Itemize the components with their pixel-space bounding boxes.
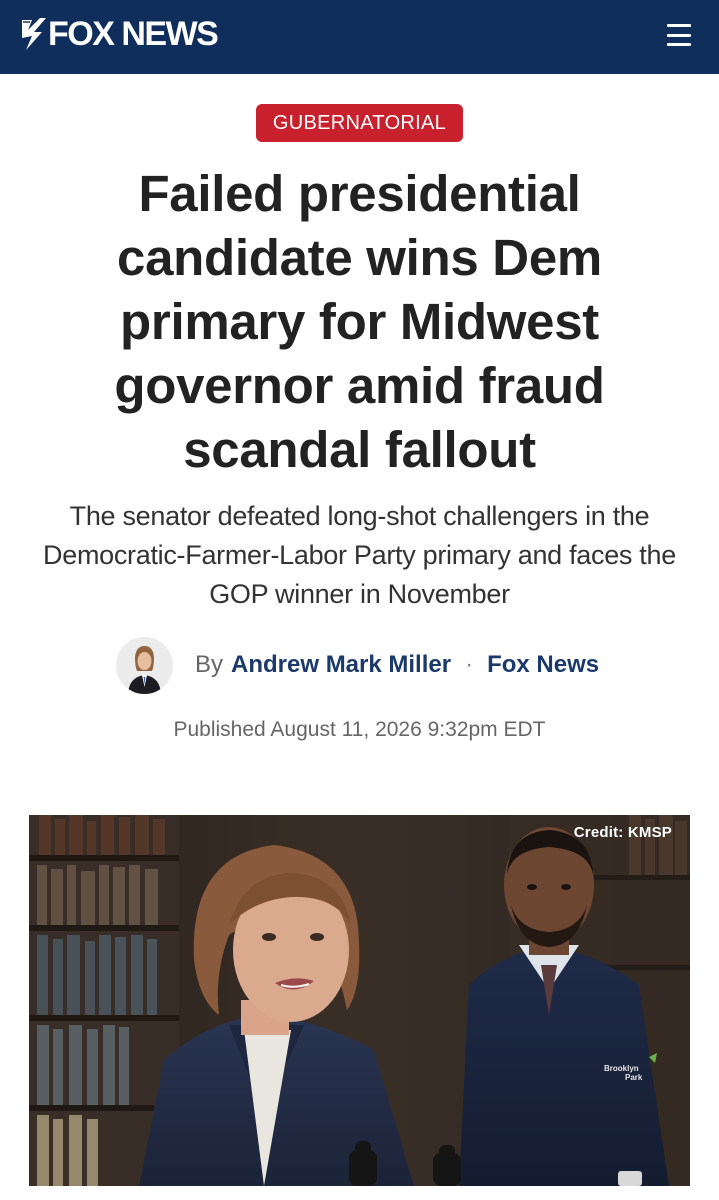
publish-date: Published August 11, 2026 9:32pm EDT: [173, 718, 546, 741]
hero-image[interactable]: Brooklyn Park Credit: KMSP: [29, 815, 690, 1186]
article-headline: Failed presidential candidate wins Dem p…: [114, 165, 605, 478]
site-header: FOX NEWS: [0, 0, 719, 74]
fox-news-logo[interactable]: FOX NEWS: [20, 14, 219, 54]
sign-text: Brooklyn: [604, 1064, 639, 1073]
author-avatar[interactable]: [116, 636, 173, 694]
article-subheadline: The senator defeated long-shot challenge…: [43, 501, 676, 609]
byline: By Andrew Mark Miller · Fox News: [116, 636, 636, 694]
byline-separator: ·: [465, 651, 474, 678]
author-photo: [116, 636, 173, 694]
hero-photo: Brooklyn Park: [29, 815, 690, 1186]
author-link[interactable]: Andrew Mark Miller: [231, 651, 451, 679]
svg-text:Park: Park: [625, 1073, 643, 1082]
logo-text: FOX NEWS: [48, 15, 219, 53]
category-badge[interactable]: GUBERNATORIAL: [256, 104, 463, 142]
outlet-link[interactable]: Fox News: [487, 651, 599, 679]
image-credit: Credit: KMSP: [573, 824, 672, 841]
hamburger-menu-icon[interactable]: [667, 24, 691, 46]
lightning-icon: [22, 18, 46, 50]
by-label: By: [195, 651, 224, 678]
